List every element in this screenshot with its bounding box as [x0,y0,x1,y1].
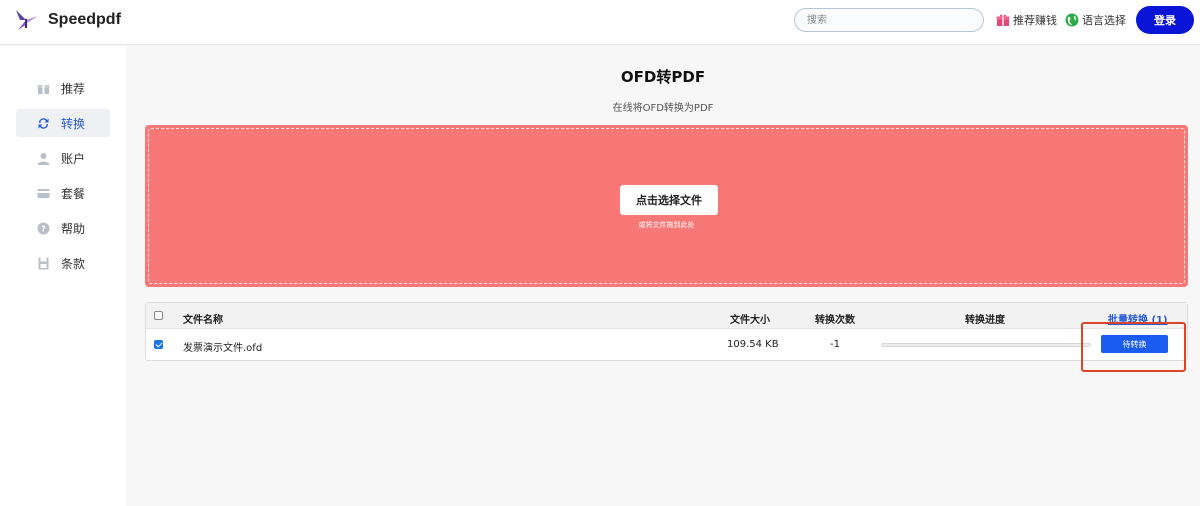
convert-icon [38,117,49,129]
sidebar-item-recommend[interactable]: 推荐 [16,74,110,102]
gift-icon [37,84,50,94]
referral-label: 推荐赚钱 [1013,14,1057,27]
header-file-name: 文件名称 [183,315,223,326]
choose-file-button[interactable]: 点击选择文件 [620,185,718,215]
sidebar-item-account[interactable]: 账户 [16,144,110,172]
file-size: 109.54 KB [727,339,779,350]
progress-bar [881,343,1091,347]
sidebar-item-label: 条款 [61,256,86,271]
sidebar-item-label: 推荐 [61,81,86,96]
user-icon [37,152,50,165]
row-checkbox[interactable] [154,340,163,349]
drag-hint: 或将文件拖到此处 [638,221,695,229]
dropzone-border: 点击选择文件 或将文件拖到此处 [148,128,1185,284]
file-table: 文件名称 文件大小 转换次数 转换进度 批量转换 (1) 发票演示文件.ofd … [145,302,1188,361]
top-header: Speedpdf 推荐赚钱 语言选择 登录 [0,0,1200,45]
file-dropzone[interactable]: 点击选择文件 或将文件拖到此处 [145,125,1188,287]
sidebar-item-plans[interactable]: 套餐 [16,179,110,207]
header-file-size: 文件大小 [730,315,770,326]
gift-icon [996,14,1010,26]
page-subtitle: 在线将OFD转换为PDF [612,103,714,114]
svg-text:?: ? [41,224,46,233]
brand-name: Speedpdf [48,11,121,28]
header-convert-count: 转换次数 [815,315,855,326]
page-title: OFD转PDF [620,68,706,86]
globe-icon [1065,13,1079,27]
select-all-checkbox[interactable] [154,311,163,320]
table-header: 文件名称 文件大小 转换次数 转换进度 批量转换 (1) [146,303,1187,329]
butterfly-logo-icon [16,10,38,30]
referral-link[interactable]: 推荐赚钱 [996,12,1057,28]
batch-convert-link[interactable]: 批量转换 (1) [1108,311,1168,326]
search-input[interactable] [794,8,984,32]
sidebar-item-terms[interactable]: 条款 [16,249,110,277]
language-selector[interactable]: 语言选择 [1065,12,1126,28]
sidebar-item-label: 套餐 [61,186,86,201]
brand-logo[interactable]: Speedpdf [12,6,121,34]
convert-count: -1 [830,339,840,350]
file-name: 发票演示文件.ofd [183,343,263,354]
header-progress: 转换进度 [965,315,1005,326]
sidebar-item-help[interactable]: ? 帮助 [16,214,110,242]
terms-icon [38,257,49,269]
sidebar-item-convert[interactable]: 转换 [16,109,110,137]
pending-convert-button[interactable]: 待转换 [1101,335,1168,353]
help-icon: ? [37,222,50,234]
language-label: 语言选择 [1082,14,1126,27]
sidebar-item-label: 帮助 [61,221,86,236]
sidebar-item-label: 转换 [61,116,86,131]
card-icon [37,188,50,198]
sidebar-nav: 推荐 转换 账户 套餐 ? 帮助 条款 [0,46,126,506]
sidebar-item-label: 账户 [61,151,86,166]
login-button[interactable]: 登录 [1136,6,1194,34]
